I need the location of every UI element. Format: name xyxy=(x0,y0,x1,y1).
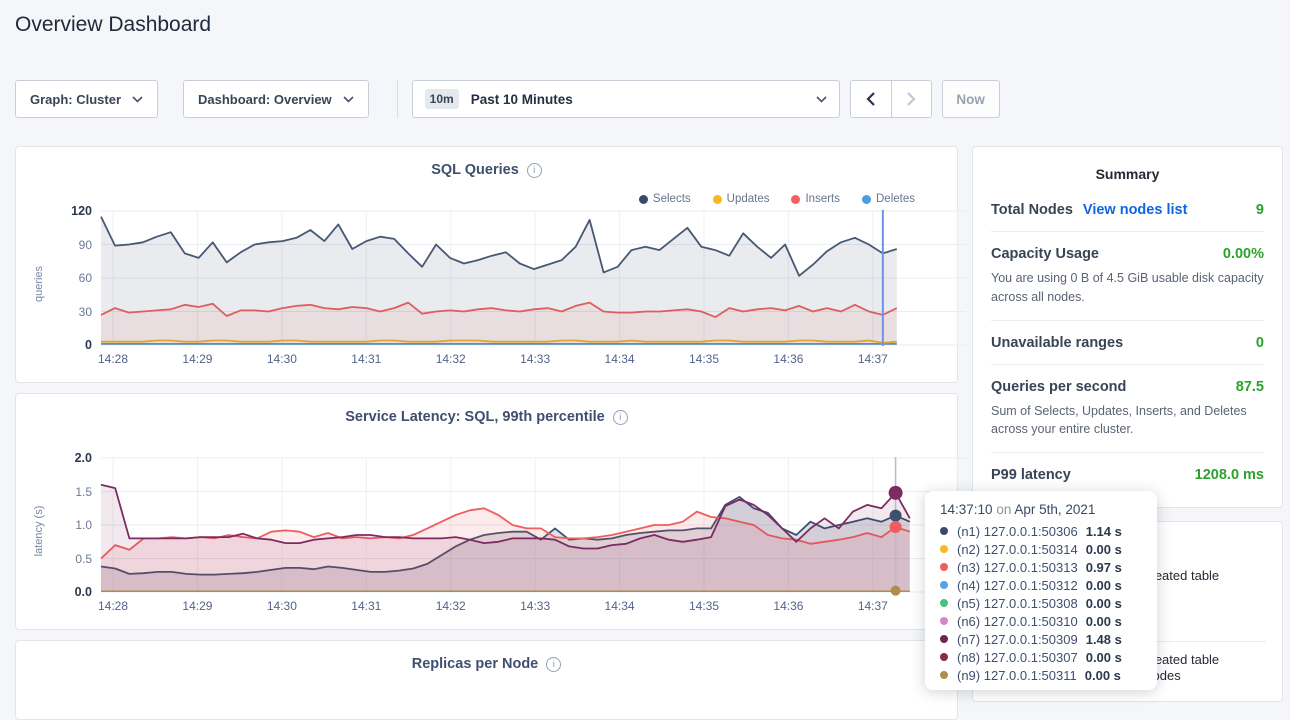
node-dot-icon xyxy=(940,599,948,607)
node-dot-icon xyxy=(940,581,948,589)
node-dot-icon xyxy=(940,527,948,535)
overview-dashboard-page: { "page": { "title": "Overview Dashboard… xyxy=(0,13,1290,702)
graph-dropdown-label: Graph: Cluster xyxy=(30,92,121,107)
tooltip-row-n7: (n7) 127.0.0.1:503091.48 s xyxy=(940,630,1142,648)
selects-dot-icon xyxy=(639,195,648,204)
replicas-per-node-card: Replicas per Nodei xyxy=(15,640,958,720)
tooltip-row-n2: (n2) 127.0.0.1:503140.00 s xyxy=(940,540,1142,558)
sql-queries-svg xyxy=(101,210,966,346)
page-title: Overview Dashboard xyxy=(15,13,1290,37)
capacity-usage-value: 0.00% xyxy=(1223,246,1264,262)
node-dot-icon xyxy=(940,653,948,661)
chevron-down-icon xyxy=(343,96,354,103)
legend-item-deletes[interactable]: Deletes xyxy=(862,193,915,205)
toolbar: Graph: Cluster Dashboard: Overview 10m P… xyxy=(15,80,1000,118)
sql-queries-card: SQL Queriesi Selects Updates Inserts Del… xyxy=(15,146,958,383)
legend-item-updates[interactable]: Updates xyxy=(713,193,770,205)
queries-per-second-value: 87.5 xyxy=(1236,379,1264,395)
chart-tooltip: 14:37:10 on Apr 5th, 2021 (n1) 127.0.0.1… xyxy=(925,491,1157,690)
total-nodes-value: 9 xyxy=(1256,202,1264,218)
info-icon[interactable]: i xyxy=(613,410,628,425)
graph-dropdown[interactable]: Graph: Cluster xyxy=(15,80,158,118)
node-dot-icon xyxy=(940,617,948,625)
summary-row-capacity-usage: Capacity Usage 0.00% You are using 0 B o… xyxy=(991,232,1264,321)
summary-row-queries-per-second: Queries per second 87.5 Sum of Selects, … xyxy=(991,365,1264,454)
dashboard-dropdown[interactable]: Dashboard: Overview xyxy=(183,80,369,118)
summary-title: Summary xyxy=(973,166,1282,182)
tooltip-row-n8: (n8) 127.0.0.1:503070.00 s xyxy=(940,648,1142,666)
time-range-label: Past 10 Minutes xyxy=(471,92,573,107)
tooltip-row-n5: (n5) 127.0.0.1:503080.00 s xyxy=(940,594,1142,612)
time-prev-button[interactable] xyxy=(851,81,891,117)
service-latency-card: Service Latency: SQL, 99th percentilei l… xyxy=(15,393,958,630)
sql-queries-chart-title: SQL Queriesi xyxy=(16,162,957,178)
dashboard-dropdown-label: Dashboard: Overview xyxy=(198,92,332,107)
tooltip-row-n9: (n9) 127.0.0.1:503110.00 s xyxy=(940,666,1142,684)
time-range-badge: 10m xyxy=(425,89,459,109)
tooltip-row-n6: (n6) 127.0.0.1:503100.00 s xyxy=(940,612,1142,630)
inserts-dot-icon xyxy=(791,195,800,204)
node-dot-icon xyxy=(940,563,948,571)
now-button[interactable]: Now xyxy=(942,80,1000,118)
tooltip-row-n1: (n1) 127.0.0.1:503061.14 s xyxy=(940,522,1142,540)
queries-per-second-desc: Sum of Selects, Updates, Inserts, and De… xyxy=(991,402,1264,440)
chevron-down-icon xyxy=(816,96,827,103)
unavailable-ranges-value: 0 xyxy=(1256,335,1264,351)
summary-row-p99-latency: P99 latency 1208.0 ms xyxy=(991,453,1264,496)
summary-row-unavailable-ranges: Unavailable ranges 0 xyxy=(991,321,1264,365)
tooltip-row-n4: (n4) 127.0.0.1:503120.00 s xyxy=(940,576,1142,594)
chevron-left-icon xyxy=(866,92,875,106)
chevron-down-icon xyxy=(132,96,143,103)
summary-row-total-nodes: Total Nodes View nodes list 9 xyxy=(991,188,1264,232)
info-icon[interactable]: i xyxy=(546,657,561,672)
node-dot-icon xyxy=(940,635,948,643)
service-latency-svg xyxy=(101,457,966,593)
legend-item-inserts[interactable]: Inserts xyxy=(791,193,840,205)
time-next-button[interactable] xyxy=(891,81,931,117)
service-latency-chart-title: Service Latency: SQL, 99th percentilei xyxy=(16,409,957,425)
sql-queries-legend: Selects Updates Inserts Deletes xyxy=(639,193,915,205)
capacity-usage-desc: You are using 0 B of 4.5 GiB usable disk… xyxy=(991,269,1264,307)
chevron-right-icon xyxy=(907,92,916,106)
tooltip-row-n3: (n3) 127.0.0.1:503130.97 s xyxy=(940,558,1142,576)
replicas-chart-title: Replicas per Nodei xyxy=(16,656,957,672)
summary-card: Summary Total Nodes View nodes list 9 Ca… xyxy=(972,146,1283,508)
service-latency-plot[interactable]: latency (s) 0.00.51.01.52.0 14:2814:2914… xyxy=(101,457,966,593)
view-nodes-list-link[interactable]: View nodes list xyxy=(1083,202,1188,218)
info-icon[interactable]: i xyxy=(527,163,542,178)
deletes-dot-icon xyxy=(862,195,871,204)
time-range-selector[interactable]: 10m Past 10 Minutes xyxy=(412,80,840,118)
time-step-buttons xyxy=(850,80,932,118)
tooltip-timestamp: 14:37:10 on Apr 5th, 2021 xyxy=(940,502,1142,517)
node-dot-icon xyxy=(940,545,948,553)
toolbar-divider xyxy=(397,80,398,118)
updates-dot-icon xyxy=(713,195,722,204)
p99-latency-value: 1208.0 ms xyxy=(1195,467,1264,483)
legend-item-selects[interactable]: Selects xyxy=(639,193,691,205)
node-dot-icon xyxy=(940,671,948,679)
sql-queries-plot[interactable]: queries 0306090120 14:2814:2914:3014:311… xyxy=(101,210,966,346)
